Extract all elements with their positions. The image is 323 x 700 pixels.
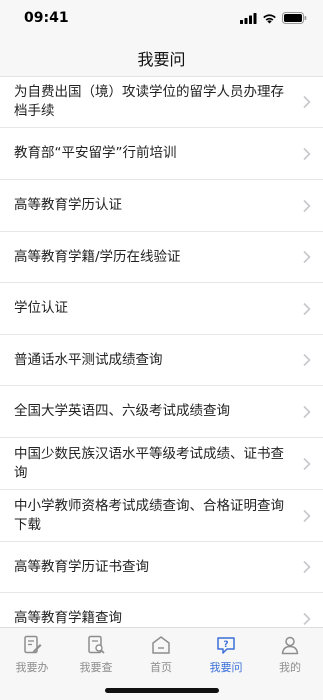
tab-profile[interactable]: 我的 <box>258 634 322 675</box>
status-bar: 09:41 <box>0 0 323 38</box>
list-item-label: 学位认证 <box>14 300 68 316</box>
list-item-label: 高等教育学籍/学历在线验证 <box>14 248 181 265</box>
chevron-right-icon <box>303 353 311 367</box>
list-item[interactable]: 高等教育学历证书查询 <box>0 542 323 593</box>
page-title: 我要问 <box>137 50 186 69</box>
chevron-right-icon <box>303 199 311 212</box>
wifi-icon <box>263 13 276 23</box>
list-item-label: 中小学教师资格考试成绩查询、合格证明查询下载 <box>14 497 284 533</box>
signal-icon <box>240 12 257 24</box>
tab-search[interactable]: 我要查 <box>64 634 128 675</box>
chevron-right-icon <box>303 612 311 625</box>
tab-handle[interactable]: 我要办 <box>0 634 64 675</box>
list-item[interactable]: 高等教育学历认证 <box>0 180 323 232</box>
chevron-right-icon <box>303 457 311 470</box>
list-item-label: 教育部“平安留学”行前培训 <box>14 145 177 161</box>
home-icon <box>152 636 170 654</box>
chevron-right-icon <box>303 95 311 109</box>
edit-doc-icon <box>24 635 42 654</box>
tab-label: 我要查 <box>79 661 113 674</box>
list-item[interactable]: 中小学教师资格考试成绩查询、合格证明查询下载 <box>0 490 323 542</box>
nav-bar: 我要问 <box>0 38 323 77</box>
list-item-label: 普通话水平测试成绩查询 <box>14 351 163 368</box>
home-indicator <box>105 688 219 693</box>
list-item[interactable]: 高等教育学籍查询 <box>0 593 323 625</box>
person-icon <box>281 636 299 655</box>
list-item-label: 全国大学英语四、六级考试成绩查询 <box>14 403 230 419</box>
list-item-label: 中国少数民族汉语水平等级考试成绩、证书查询 <box>14 445 284 481</box>
list-item[interactable]: 教育部“平安留学”行前培训 <box>0 128 323 180</box>
list-item[interactable]: 普通话水平测试成绩查询 <box>0 335 323 386</box>
list-item-label: 高等教育学历证书查询 <box>14 558 149 575</box>
tab-ask[interactable]: ? 我要问 <box>194 634 258 675</box>
tab-home[interactable]: 首页 <box>129 634 193 675</box>
svg-text:?: ? <box>223 640 228 650</box>
search-doc-icon <box>88 635 105 654</box>
screen: 09:41 我要问 为自费出国（境）攻读学位的留学人员办理存档手续 教育部“平安… <box>0 0 323 700</box>
status-time: 09:41 <box>24 10 69 26</box>
tab-label: 我的 <box>279 661 301 674</box>
chevron-right-icon <box>303 560 311 574</box>
status-icons <box>240 12 307 24</box>
list-item[interactable]: 为自费出国（境）攻读学位的留学人员办理存档手续 <box>0 77 323 128</box>
question-chat-icon: ? <box>217 637 235 654</box>
list-item-label: 高等教育学历认证 <box>14 197 122 213</box>
list-item[interactable]: 中国少数民族汉语水平等级考试成绩、证书查询 <box>0 438 323 490</box>
list-item[interactable]: 全国大学英语四、六级考试成绩查询 <box>0 386 323 438</box>
list-item-label: 高等教育学籍查询 <box>14 610 122 625</box>
battery-icon <box>282 12 307 24</box>
chevron-right-icon <box>303 147 311 160</box>
chevron-right-icon <box>303 302 311 315</box>
list-item-label: 为自费出国（境）攻读学位的留学人员办理存档手续 <box>14 84 284 119</box>
tab-label: 我要办 <box>15 661 49 674</box>
chevron-right-icon <box>303 509 311 522</box>
tab-label: 我要问 <box>209 661 243 674</box>
list-item[interactable]: 高等教育学籍/学历在线验证 <box>0 232 323 283</box>
question-list: 为自费出国（境）攻读学位的留学人员办理存档手续 教育部“平安留学”行前培训 高等… <box>0 77 323 625</box>
chevron-right-icon <box>303 250 311 264</box>
tab-label: 首页 <box>150 661 172 674</box>
chevron-right-icon <box>303 405 311 418</box>
list-item[interactable]: 学位认证 <box>0 283 323 335</box>
